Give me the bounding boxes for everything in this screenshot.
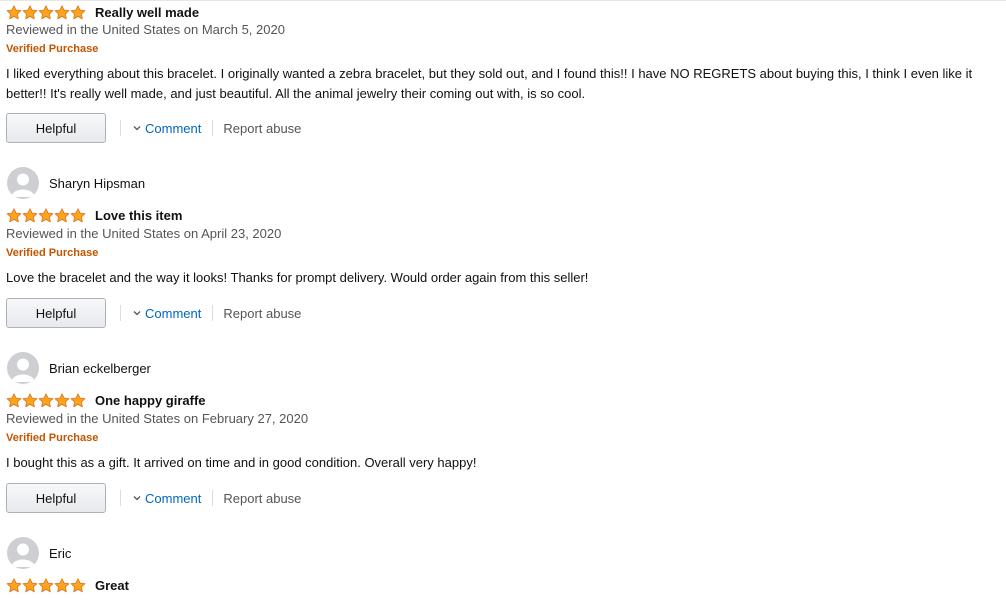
divider: [120, 490, 121, 506]
star-icon: [6, 577, 22, 592]
star-icon: [54, 392, 70, 407]
divider: [120, 305, 121, 321]
comment-label: Comment: [145, 490, 202, 506]
star-icon: [70, 577, 86, 592]
helpful-button[interactable]: Helpful: [6, 483, 106, 513]
star-icon: [6, 207, 22, 222]
verified-purchase-badge: Verified Purchase: [6, 432, 99, 444]
report-abuse-link[interactable]: Report abuse: [223, 306, 301, 321]
comment-link[interactable]: Comment: [133, 491, 201, 506]
comment-label: Comment: [145, 305, 202, 321]
review-title[interactable]: One happy giraffe: [95, 393, 206, 408]
star-icon: [22, 392, 38, 407]
top-divider: [0, 0, 1006, 1]
star-icon: [22, 577, 38, 592]
review-title-row: Really well made: [6, 3, 199, 21]
star-icon: [6, 4, 22, 19]
review-actions: Helpful Comment Report abuse: [6, 298, 301, 328]
chevron-down-icon: [133, 126, 141, 131]
helpful-button[interactable]: Helpful: [6, 298, 106, 328]
reviewer-profile[interactable]: Eric: [7, 537, 71, 569]
verified-purchase-badge: Verified Purchase: [6, 43, 99, 55]
reviewer-name: Eric: [49, 545, 72, 561]
star-icon: [54, 4, 70, 19]
star-rating[interactable]: [6, 577, 86, 593]
helpful-button[interactable]: Helpful: [6, 113, 106, 143]
star-icon: [22, 207, 38, 222]
report-abuse-link[interactable]: Report abuse: [223, 491, 301, 506]
reviewer-profile[interactable]: Brian eckelberger: [7, 352, 151, 384]
reviewer-profile[interactable]: Sharyn Hipsman: [7, 167, 145, 199]
review-title[interactable]: Great: [95, 578, 129, 593]
avatar-icon: [7, 537, 39, 569]
divider: [120, 120, 121, 136]
star-icon: [38, 392, 54, 407]
star-rating[interactable]: [6, 392, 86, 408]
star-icon: [70, 207, 86, 222]
divider: [212, 305, 214, 321]
comment-link[interactable]: Comment: [133, 121, 201, 136]
review-date: Reviewed in the United States on March 5…: [6, 22, 285, 37]
star-rating[interactable]: [6, 4, 86, 20]
review-title-row: Great: [6, 576, 129, 594]
star-icon: [38, 207, 54, 222]
review-actions: Helpful Comment Report abuse: [6, 483, 301, 513]
report-abuse-link[interactable]: Report abuse: [223, 121, 301, 136]
star-icon: [70, 4, 86, 19]
review-body: I liked everything about this bracelet. …: [6, 66, 973, 101]
star-icon: [70, 392, 86, 407]
review-title-row: Love this item: [6, 206, 182, 224]
review-actions: Helpful Comment Report abuse: [6, 113, 301, 143]
review-title[interactable]: Love this item: [95, 208, 182, 223]
star-icon: [54, 207, 70, 222]
review-date: Reviewed in the United States on April 2…: [6, 226, 282, 241]
reviewer-name: Sharyn Hipsman: [49, 175, 146, 191]
divider: [212, 120, 214, 136]
star-icon: [6, 392, 22, 407]
divider: [212, 490, 214, 506]
reviewer-name: Brian eckelberger: [49, 360, 151, 376]
comment-link[interactable]: Comment: [133, 306, 201, 321]
star-icon: [22, 4, 38, 19]
review-body: Love the bracelet and the way it looks! …: [6, 270, 589, 285]
review-title[interactable]: Really well made: [95, 5, 199, 20]
verified-purchase-badge: Verified Purchase: [6, 247, 99, 259]
star-rating[interactable]: [6, 207, 86, 223]
star-icon: [38, 4, 54, 19]
star-icon: [38, 577, 54, 592]
chevron-down-icon: [133, 496, 141, 501]
avatar-icon: [7, 352, 39, 384]
review-body: I bought this as a gift. It arrived on t…: [6, 455, 477, 470]
chevron-down-icon: [133, 311, 141, 316]
review-title-row: One happy giraffe: [6, 391, 206, 409]
avatar-icon: [7, 167, 39, 199]
comment-label: Comment: [145, 120, 202, 136]
star-icon: [54, 577, 70, 592]
review-date: Reviewed in the United States on Februar…: [6, 411, 309, 426]
